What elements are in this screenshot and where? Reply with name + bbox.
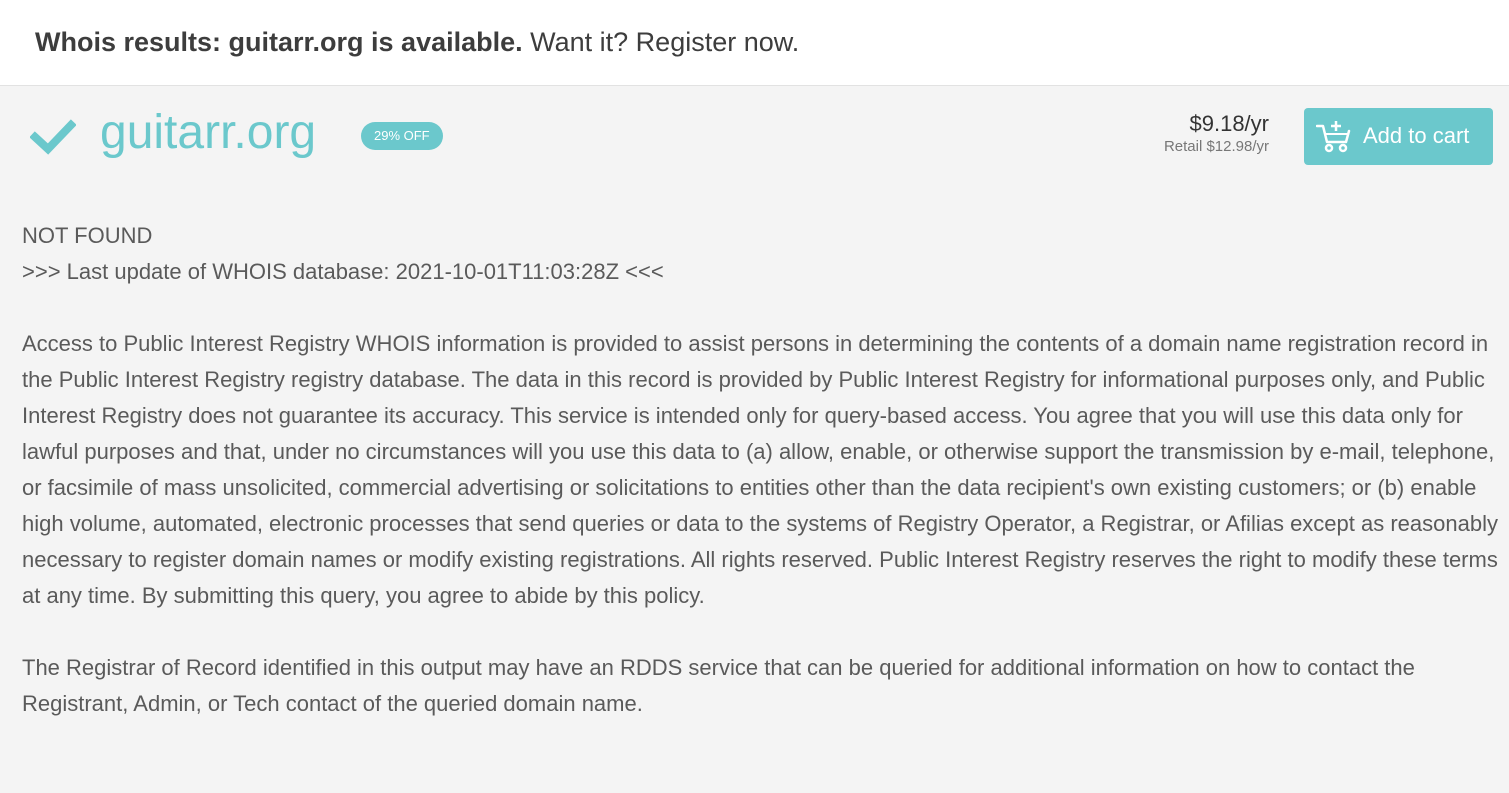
- availability-message: Whois results: guitarr.org is available.…: [35, 24, 799, 60]
- domain-result-row: guitarr.org 29% OFF $9.18/yr Retail $12.…: [0, 87, 1509, 187]
- check-icon: [30, 119, 76, 155]
- register-prompt[interactable]: Want it? Register now.: [523, 27, 799, 57]
- discount-badge: 29% OFF: [361, 122, 443, 150]
- domain-name: guitarr.org: [100, 106, 317, 159]
- whois-rdds-note: The Registrar of Record identified in th…: [22, 655, 1415, 716]
- sale-price: $9.18/yr: [1189, 111, 1270, 136]
- retail-price: Retail $12.98/yr: [1163, 138, 1269, 155]
- availability-headline: Whois results: guitarr.org is available.: [35, 27, 523, 57]
- whois-results-header: Whois results: guitarr.org is available.…: [0, 0, 1509, 86]
- whois-terms: Access to Public Interest Registry WHOIS…: [22, 331, 1498, 608]
- whois-output: NOT FOUND >>> Last update of WHOIS datab…: [22, 218, 1502, 722]
- price-block: $9.18/yr Retail $12.98/yr: [1164, 111, 1269, 157]
- whois-last-update: >>> Last update of WHOIS database: 2021-…: [22, 259, 664, 284]
- add-to-cart-icon: [1316, 121, 1351, 153]
- add-to-cart-label: Add to cart: [1363, 123, 1470, 148]
- whois-status: NOT FOUND: [22, 223, 153, 248]
- add-to-cart-button[interactable]: Add to cart: [1304, 108, 1493, 165]
